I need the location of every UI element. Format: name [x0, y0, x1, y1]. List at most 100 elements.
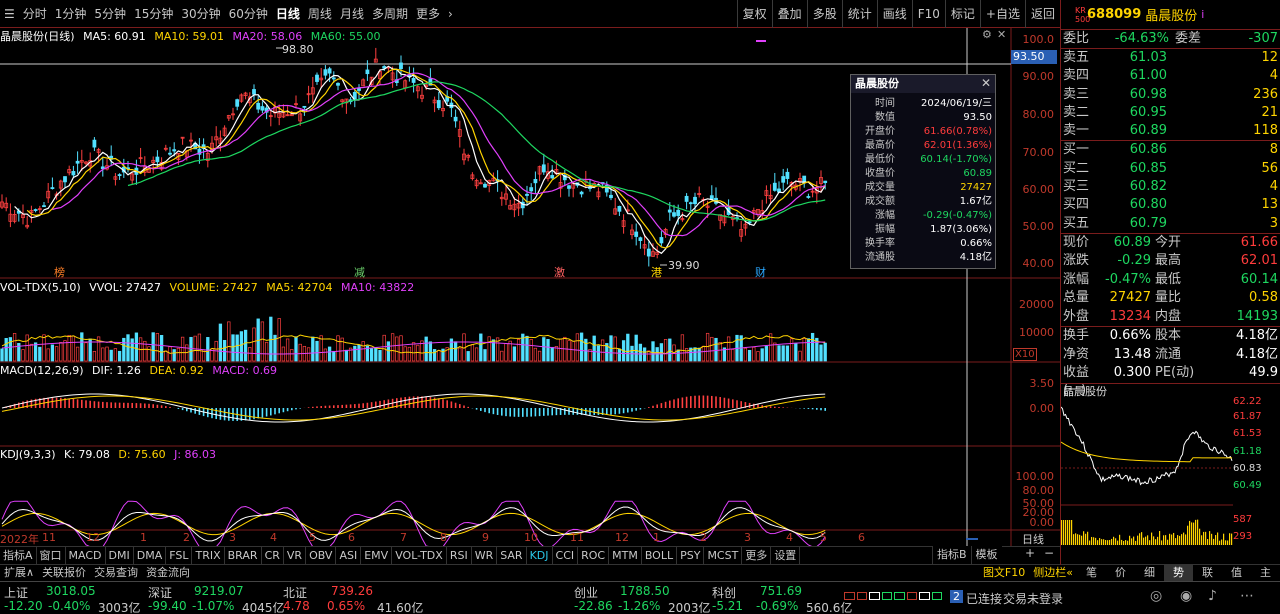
intraday-mini-chart[interactable]: [1060, 400, 1280, 550]
event-marker[interactable]: 财: [755, 264, 766, 280]
indicator-tab[interactable]: TRIX: [192, 547, 225, 564]
indicator-tab[interactable]: EMV: [361, 547, 393, 564]
period-tab[interactable]: 5分钟: [90, 0, 130, 28]
indicator-tab[interactable]: DMI: [106, 547, 134, 564]
indicator-tab[interactable]: WR: [472, 547, 498, 564]
tooltip-close-icon[interactable]: ✕: [981, 76, 991, 90]
chart-close-icon[interactable]: ✕: [997, 28, 1006, 41]
volume-bar: [680, 334, 685, 362]
indicator-tab[interactable]: RSI: [447, 547, 472, 564]
volume-icon[interactable]: ◉: [1180, 588, 1192, 604]
period-tab[interactable]: 多周期: [368, 0, 412, 28]
bottom-tab[interactable]: 关联报价: [38, 565, 90, 581]
side-tab[interactable]: 值: [1222, 565, 1251, 581]
side-tab[interactable]: 价: [1106, 565, 1135, 581]
period-tab[interactable]: 60分钟: [225, 0, 272, 28]
indicator-tab[interactable]: ASI: [336, 547, 362, 564]
more-chevron-icon[interactable]: ›: [444, 0, 457, 28]
data-tooltip-window[interactable]: 晶晨股份 ✕ 时间 2024/06/19/三 数值 93.50 开盘价 61.66(0.7…: [850, 74, 996, 269]
order-row[interactable]: 买一 60.86 8: [1061, 141, 1280, 159]
indicator-tab[interactable]: SAR: [497, 547, 527, 564]
order-row[interactable]: 卖三 60.98 236: [1061, 86, 1280, 104]
mini-volume-bar: [1221, 539, 1223, 545]
indicator-tab[interactable]: KDJ: [527, 547, 553, 564]
side-tab[interactable]: 势: [1164, 565, 1193, 581]
chart-settings-icon[interactable]: ⚙: [982, 28, 992, 41]
indicator-tab[interactable]: 窗口: [37, 547, 66, 564]
toolbar-button[interactable]: 复权: [736, 0, 772, 28]
zoom-in-icon[interactable]: +: [1025, 546, 1035, 560]
time-tick: 1: [653, 531, 660, 544]
event-marker[interactable]: 港: [651, 264, 662, 280]
period-tab[interactable]: 日线: [272, 0, 304, 28]
period-tab[interactable]: 1分钟: [51, 0, 91, 28]
toolbar-button[interactable]: 标记: [944, 0, 980, 28]
order-row[interactable]: 卖一 60.89 118: [1061, 122, 1280, 140]
toolbar-button[interactable]: 画线: [876, 0, 912, 28]
toolbar-button[interactable]: F10: [911, 0, 945, 28]
trade-status[interactable]: 交易未登录: [1003, 590, 1063, 607]
period-tab[interactable]: 周线: [304, 0, 336, 28]
period-tab[interactable]: 30分钟: [177, 0, 224, 28]
order-row[interactable]: 买五 60.79 3: [1061, 215, 1280, 233]
connection-status[interactable]: 已连接: [966, 590, 1002, 607]
side-tab[interactable]: 细: [1135, 565, 1164, 581]
stock-info-icon[interactable]: i: [1201, 8, 1204, 21]
candle-body: [365, 69, 370, 75]
candle-body: [823, 180, 828, 184]
toolbar-button[interactable]: 多股: [806, 0, 842, 28]
indicator-tab[interactable]: CR: [262, 547, 284, 564]
side-tab[interactable]: 联: [1193, 565, 1222, 581]
order-row[interactable]: 买三 60.82 4: [1061, 178, 1280, 196]
order-row[interactable]: 卖五 61.03 12: [1061, 49, 1280, 67]
period-tab[interactable]: 更多: [412, 0, 444, 28]
indicator-tab[interactable]: 更多: [742, 547, 772, 564]
indicator-tab[interactable]: OBV: [306, 547, 337, 564]
period-tab[interactable]: 15分钟: [130, 0, 177, 28]
bottom-tab[interactable]: 资金流向: [142, 565, 194, 581]
quote-panel: KR 500 688099 晶晨股份 i 委比 -64.63% 委差 -307 …: [1060, 0, 1280, 565]
indicator-template-tab[interactable]: 指标B: [932, 546, 971, 564]
zoom-out-icon[interactable]: −: [1044, 546, 1054, 560]
toolbar-button[interactable]: 叠加: [771, 0, 807, 28]
indicator-tab[interactable]: CCI: [553, 547, 579, 564]
mini-volume-bar: [1139, 533, 1141, 545]
notification-icon[interactable]: ◎: [1150, 588, 1162, 604]
toolbar-button[interactable]: 返回: [1024, 0, 1060, 28]
bell-icon[interactable]: ♪: [1208, 588, 1217, 604]
bottom-tab[interactable]: 扩展∧: [0, 565, 38, 581]
indicator-tab[interactable]: 指标A: [0, 547, 37, 564]
indicator-tab[interactable]: 设置: [771, 547, 801, 564]
order-row[interactable]: 买四 60.80 13: [1061, 196, 1280, 214]
bottom-tab[interactable]: 交易查询: [90, 565, 142, 581]
toolbar-menu-icon[interactable]: ☰: [0, 0, 19, 28]
indicator-template-tab[interactable]: 模板: [970, 546, 1002, 564]
side-tab[interactable]: 主: [1251, 565, 1280, 581]
indicator-tab[interactable]: VOL-TDX: [392, 547, 447, 564]
toolbar-button[interactable]: 统计: [841, 0, 877, 28]
event-marker[interactable]: 榜: [54, 264, 65, 280]
event-marker[interactable]: 激: [554, 264, 565, 280]
indicator-tab[interactable]: DMA: [134, 547, 167, 564]
order-row[interactable]: 卖二 60.95 21: [1061, 104, 1280, 122]
indicator-tab[interactable]: ROC: [578, 547, 610, 564]
indicator-tab[interactable]: MCST: [704, 547, 743, 564]
indicator-tab[interactable]: BRAR: [225, 547, 262, 564]
indicator-tab[interactable]: PSY: [677, 547, 705, 564]
toolbar-button[interactable]: +自选: [979, 0, 1025, 28]
indicator-tab[interactable]: BOLL: [642, 547, 678, 564]
order-row[interactable]: 卖四 61.00 4: [1061, 67, 1280, 85]
more-dots-icon[interactable]: ⋯: [1240, 588, 1254, 604]
side-tab[interactable]: 图文F10: [979, 565, 1029, 581]
indicator-tab[interactable]: VR: [284, 547, 307, 564]
order-row[interactable]: 买二 60.85 56: [1061, 160, 1280, 178]
indicator-tab[interactable]: MTM: [609, 547, 642, 564]
indicator-tab[interactable]: FSL: [166, 547, 193, 564]
period-tab[interactable]: 月线: [336, 0, 368, 28]
period-tab[interactable]: 分时: [19, 0, 51, 28]
side-tab[interactable]: 笔: [1077, 565, 1106, 581]
indicator-tab[interactable]: MACD: [66, 547, 106, 564]
mini-volume-bar: [1197, 519, 1199, 545]
event-marker[interactable]: 减: [354, 264, 365, 280]
side-tab[interactable]: 侧边栏«: [1029, 565, 1077, 581]
